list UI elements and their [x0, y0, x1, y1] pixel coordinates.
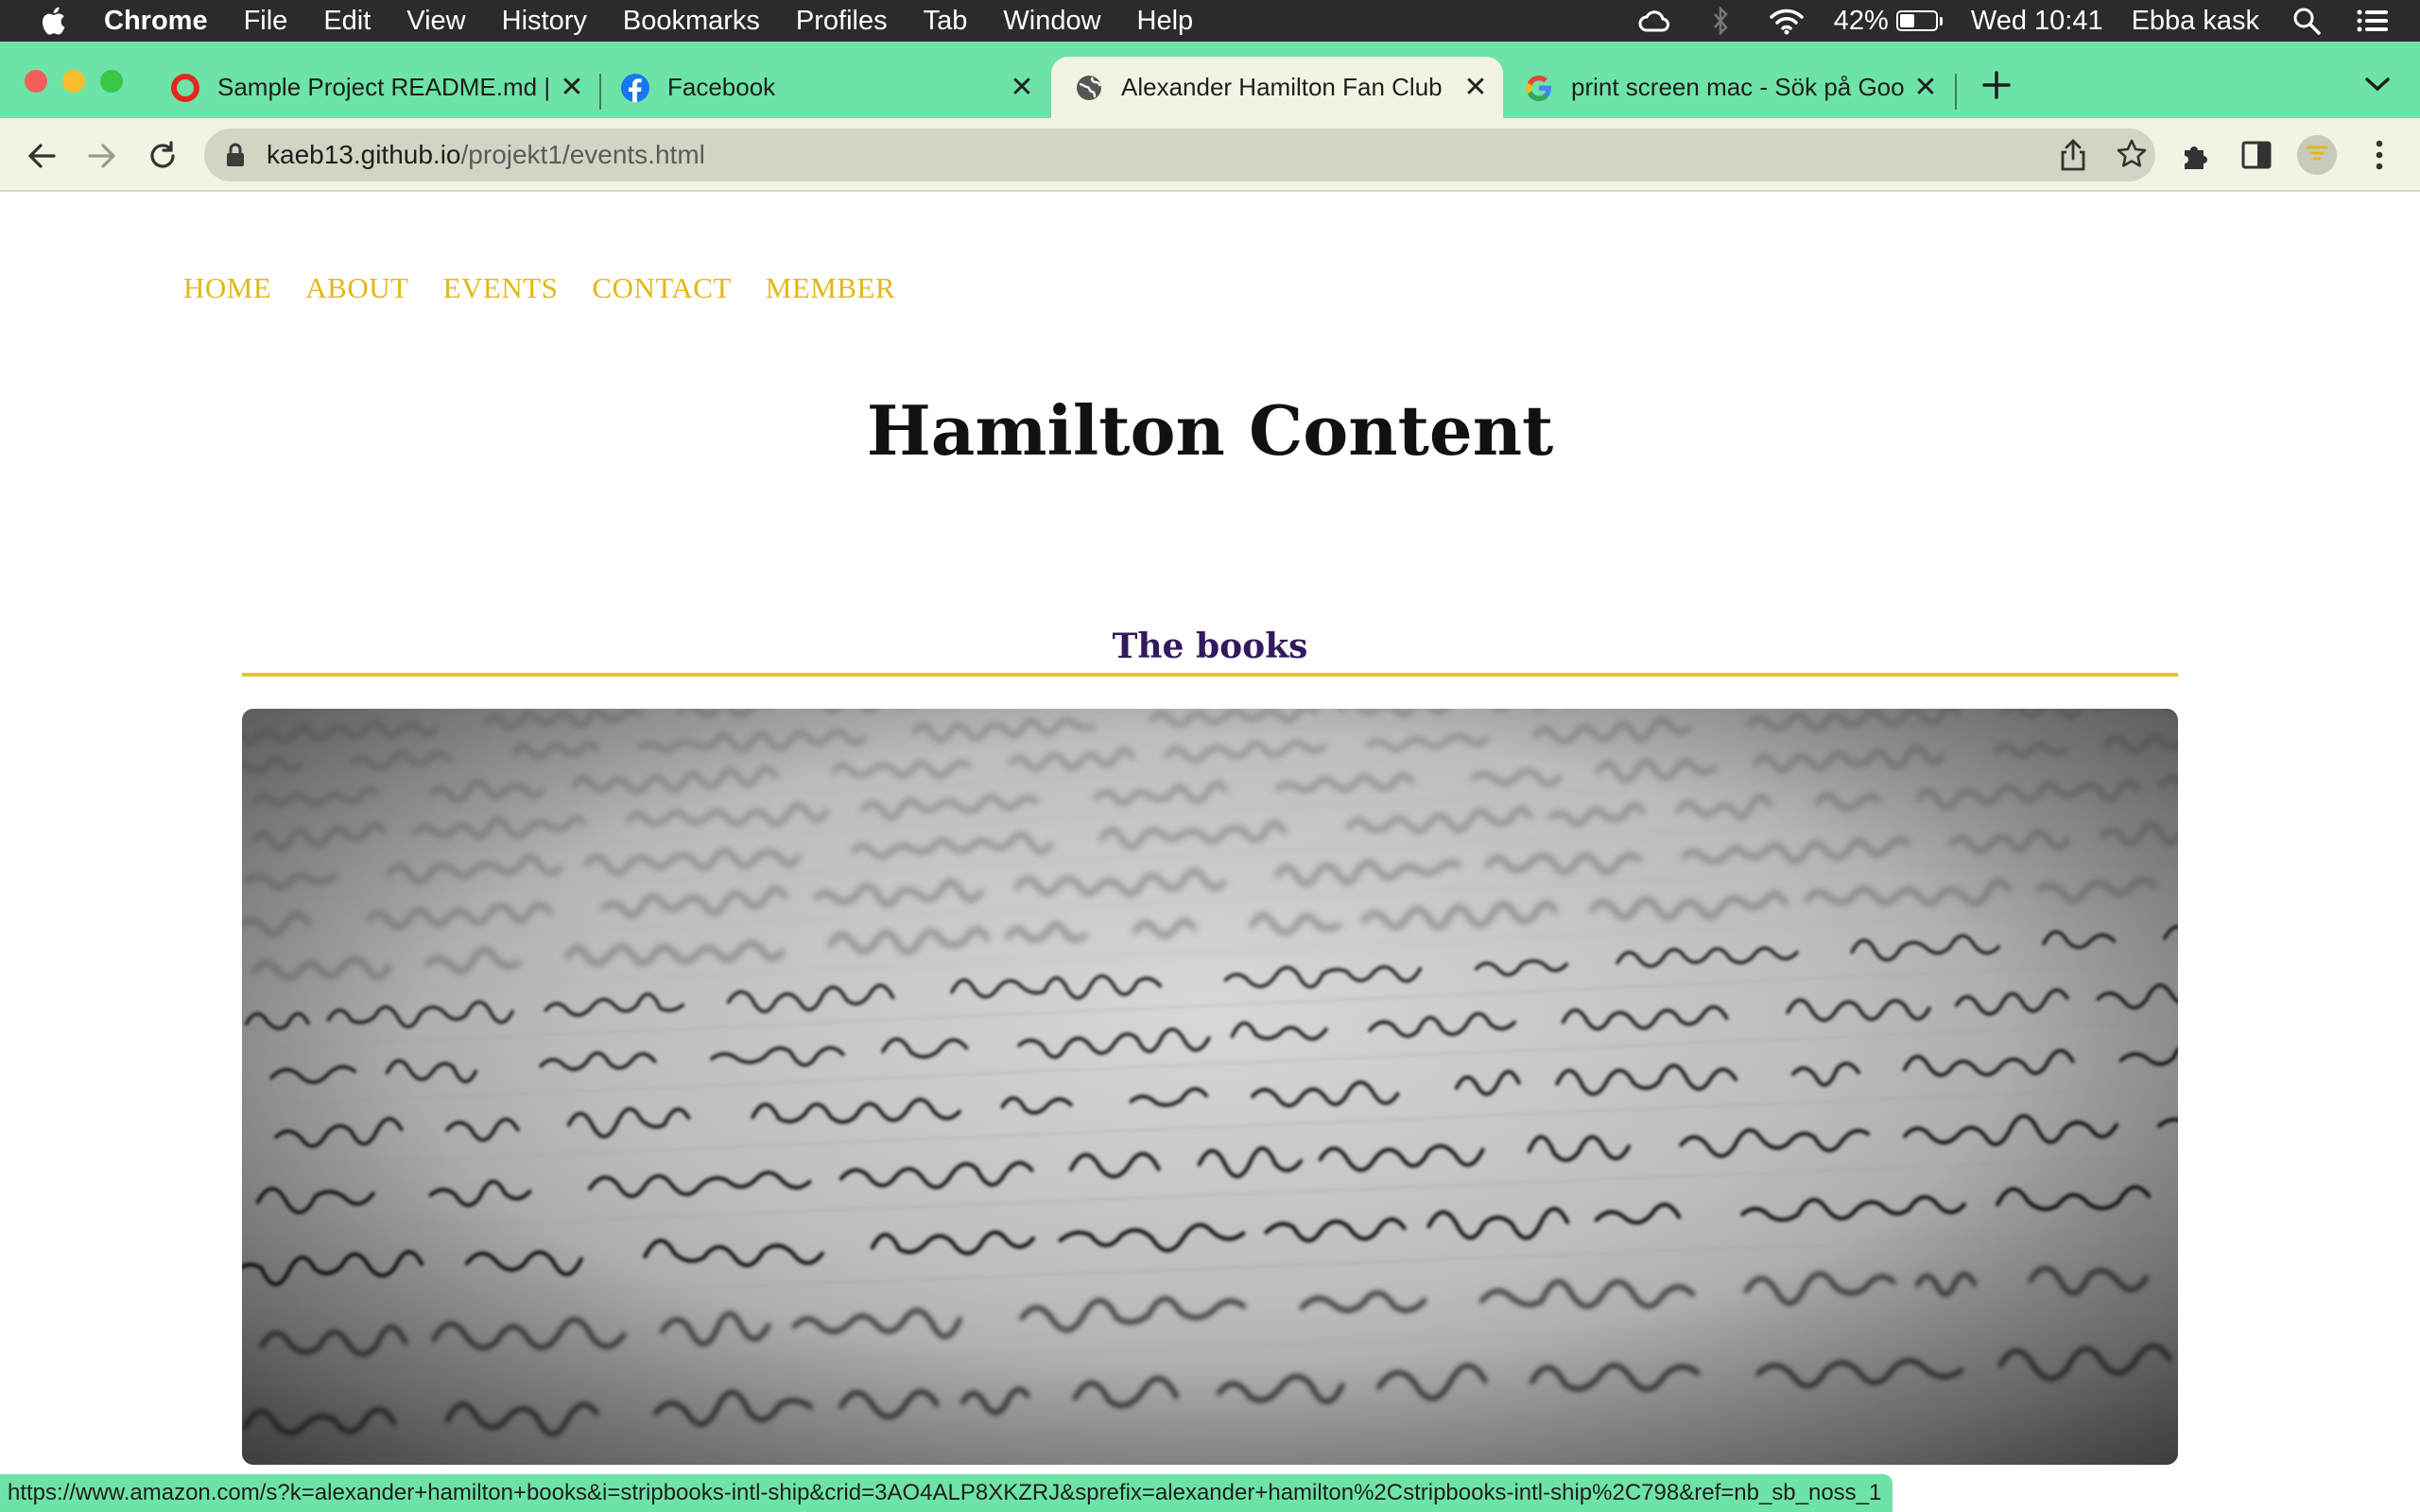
new-tab-plus-icon[interactable] [1981, 66, 2012, 108]
tab-separator [1955, 74, 1957, 110]
forward-arrow-icon[interactable] [83, 137, 121, 175]
close-tab-icon[interactable]: ✕ [558, 72, 586, 103]
menu-file[interactable]: File [244, 6, 288, 37]
nav-link-contact[interactable]: CONTACT [592, 271, 731, 305]
menu-window[interactable]: Window [1003, 6, 1100, 37]
web-page: HOME ABOUT EVENTS CONTACT MEMBER Hamilto… [0, 192, 2420, 1512]
extensions-puzzle-icon[interactable] [2176, 135, 2216, 175]
battery-percent: 42% [1833, 5, 1889, 36]
handwritten-letter-image [242, 709, 2178, 1465]
opera-icon [171, 73, 199, 102]
menu-bookmarks[interactable]: Bookmarks [623, 6, 760, 37]
bluetooth-icon[interactable] [1702, 6, 1739, 36]
menubar-user[interactable]: Ebba kask [2132, 6, 2259, 37]
bookmark-star-icon[interactable] [2116, 138, 2148, 175]
nav-link-member[interactable]: MEMBER [766, 271, 895, 305]
battery-level-fill [1899, 14, 1914, 27]
nav-link-about[interactable]: ABOUT [305, 271, 408, 305]
tab-search-chevron-icon[interactable] [2363, 76, 2392, 97]
google-icon [1526, 75, 1551, 101]
url-text[interactable]: kaeb13.github.io/projekt1/events.html [267, 140, 705, 170]
profile-avatar[interactable] [2297, 135, 2337, 175]
url-path: /projekt1/events.html [460, 140, 705, 169]
macos-menu-bar: Chrome File Edit View History Bookmarks … [0, 0, 2420, 42]
address-bar[interactable]: kaeb13.github.io/projekt1/events.html [204, 129, 2155, 181]
menu-profiles[interactable]: Profiles [796, 6, 888, 37]
battery-icon [1895, 10, 1938, 31]
menu-help[interactable]: Help [1137, 6, 1194, 37]
section-heading-books: The books [1112, 627, 1308, 666]
tab-separator [599, 74, 601, 110]
close-tab-icon[interactable]: ✕ [1911, 72, 1940, 103]
share-icon[interactable] [2057, 138, 2089, 177]
app-menu-chrome[interactable]: Chrome [104, 6, 208, 37]
nav-link-events[interactable]: EVENTS [443, 271, 559, 305]
tab-title: Alexander Hamilton Fan Club [1121, 73, 1443, 101]
globe-icon [1077, 75, 1102, 100]
site-navigation: HOME ABOUT EVENTS CONTACT MEMBER [183, 271, 929, 305]
creative-cloud-icon[interactable] [1635, 6, 1673, 36]
page-title: Hamilton Content [866, 390, 1554, 471]
browser-toolbar: kaeb13.github.io/projekt1/events.html [0, 118, 2420, 192]
battery-indicator[interactable]: 42% [1834, 6, 1943, 37]
nav-link-home[interactable]: HOME [183, 271, 271, 305]
menu-edit[interactable]: Edit [323, 6, 371, 37]
spotlight-search-icon[interactable] [2288, 6, 2325, 36]
tab-google-search[interactable]: print screen mac - Sök på Goo ✕ [1524, 57, 1940, 118]
close-tab-icon[interactable]: ✕ [1008, 72, 1036, 103]
menubar-clock[interactable]: Wed 10:41 [1971, 6, 2103, 37]
window-minimize-button[interactable] [62, 70, 85, 93]
window-zoom-button[interactable] [100, 70, 123, 93]
menu-history[interactable]: History [502, 6, 587, 37]
more-menu-icon[interactable] [2360, 135, 2399, 175]
url-host: kaeb13.github.io [267, 140, 461, 169]
tab-title: Sample Project README.md | P [217, 73, 558, 101]
section-divider [242, 673, 2178, 677]
tab-facebook[interactable]: Facebook ✕ [620, 57, 1036, 118]
menu-tab[interactable]: Tab [924, 6, 968, 37]
lock-icon[interactable] [225, 142, 246, 168]
back-arrow-icon[interactable] [23, 137, 60, 175]
wifi-icon[interactable] [1768, 6, 1806, 36]
control-center-icon[interactable] [2354, 6, 2392, 36]
link-status-bubble: https://www.amazon.com/s?k=alexander+ham… [0, 1474, 1893, 1512]
close-tab-icon[interactable]: ✕ [1461, 72, 1490, 103]
side-panel-icon[interactable] [2237, 135, 2276, 175]
battery-nub [1939, 16, 1943, 26]
tab-strip: Sample Project README.md | P ✕ Facebook … [0, 42, 2420, 118]
apple-logo-icon[interactable] [38, 4, 72, 38]
books-image-link[interactable] [242, 709, 2178, 1465]
window-close-button[interactable] [25, 70, 47, 93]
menu-view[interactable]: View [406, 6, 465, 37]
reload-icon[interactable] [144, 137, 182, 175]
tab-title: Facebook [667, 73, 776, 101]
tab-title: print screen mac - Sök på Goo [1571, 73, 1905, 101]
facebook-icon [621, 73, 649, 102]
tab-readme[interactable]: Sample Project README.md | P ✕ [170, 57, 586, 118]
tab-hamilton-fan-club[interactable]: Alexander Hamilton Fan Club ✕ [1051, 57, 1503, 118]
